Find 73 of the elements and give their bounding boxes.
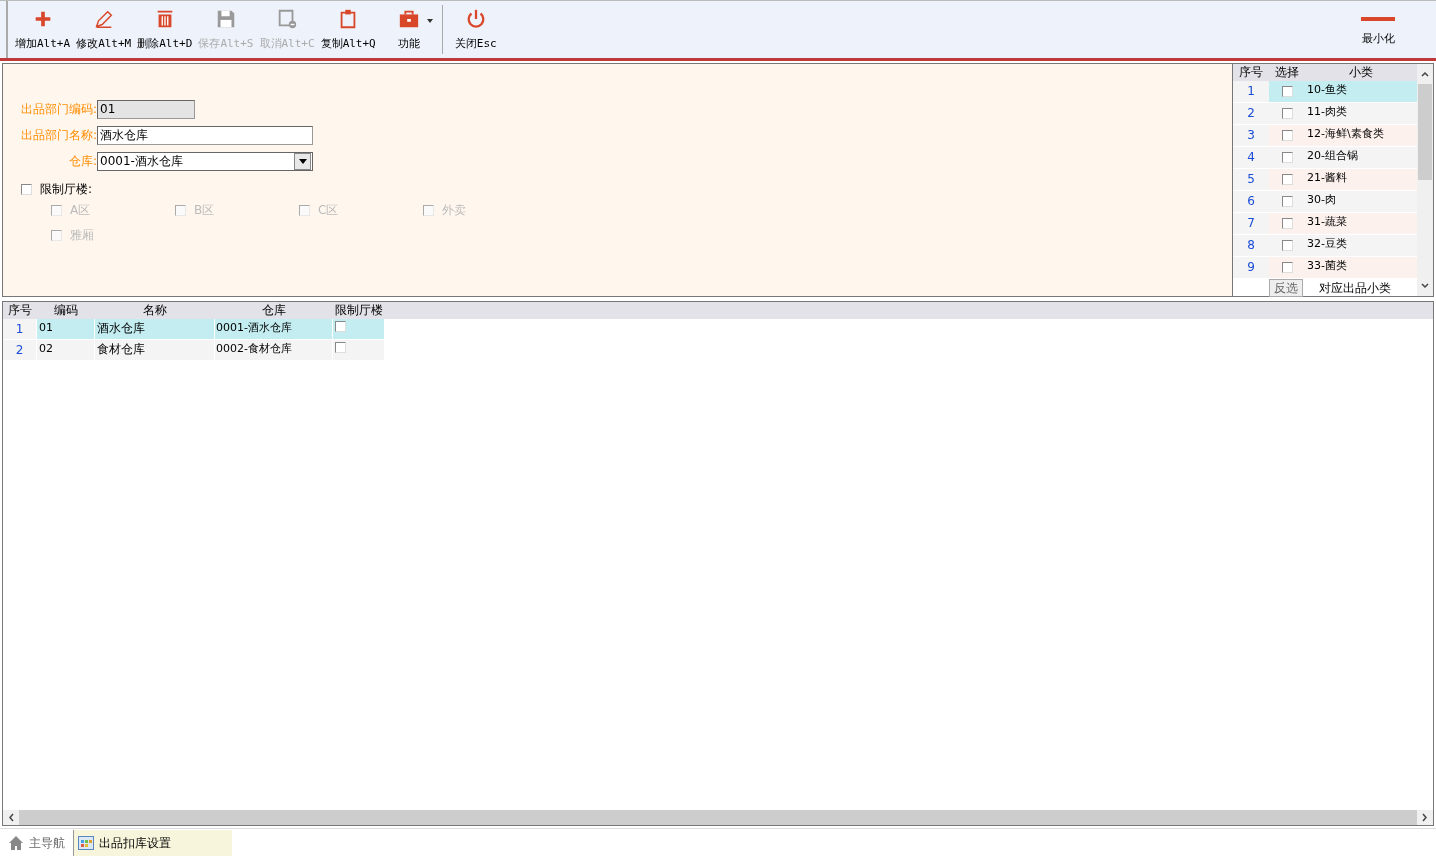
toolbar-button[interactable]: 修改Alt+M bbox=[73, 1, 135, 58]
checkbox[interactable] bbox=[335, 342, 346, 353]
document-icon bbox=[276, 8, 299, 30]
vertical-scrollbar[interactable] bbox=[1417, 64, 1433, 296]
toolbar-button[interactable]: 删除Alt+D bbox=[134, 1, 196, 58]
table-cell-text: 32-豆类 bbox=[1306, 236, 1348, 252]
checkbox-label: 限制厅楼: bbox=[40, 180, 93, 198]
table-cell: 02 bbox=[37, 340, 95, 361]
checkbox-label: 外卖 bbox=[442, 202, 466, 219]
input-field[interactable]: 01 bbox=[97, 99, 195, 119]
table-cell: 0001-酒水仓库 bbox=[215, 319, 333, 340]
row-number: 1 bbox=[3, 319, 37, 340]
table-cell: 食材仓库 bbox=[95, 340, 215, 361]
checkbox[interactable] bbox=[1281, 86, 1293, 97]
row-number: 9 bbox=[1233, 257, 1269, 278]
checkbox[interactable] bbox=[1281, 262, 1293, 273]
navigation-tab[interactable]: 主导航 bbox=[4, 830, 69, 856]
toolbar-button[interactable]: 功能 bbox=[378, 1, 439, 58]
minimize-icon bbox=[1361, 17, 1395, 21]
table-cell: 酒水仓库 bbox=[95, 319, 215, 340]
row-number: 7 bbox=[1233, 213, 1269, 234]
invert-selection-button[interactable]: 反选 bbox=[1269, 279, 1303, 297]
row-number: 3 bbox=[1233, 125, 1269, 146]
checkbox-label: C区 bbox=[318, 202, 339, 219]
checkbox-label: 雅厢 bbox=[70, 227, 94, 244]
checkbox-label: A区 bbox=[70, 202, 91, 219]
checkbox[interactable] bbox=[1281, 152, 1293, 163]
dropdown[interactable]: 0001-酒水仓库 bbox=[97, 151, 313, 171]
table-cell-text: 33-菌类 bbox=[1306, 258, 1348, 274]
column-header: 编码 bbox=[53, 302, 79, 319]
row-number: 1 bbox=[1233, 81, 1269, 102]
horizontal-scrollbar[interactable] bbox=[3, 810, 1433, 825]
checkbox[interactable] bbox=[335, 321, 346, 332]
toolbar-button[interactable]: 增加Alt+A bbox=[12, 1, 74, 58]
field-label: 出品部门编码: bbox=[19, 100, 97, 118]
table-cell-text: 21-酱料 bbox=[1306, 170, 1348, 186]
row-number: 2 bbox=[3, 340, 37, 361]
column-header: 仓库 bbox=[261, 302, 287, 319]
toolbar-button[interactable]: 关闭Esc bbox=[445, 1, 506, 58]
column-header: 限制厅楼 bbox=[334, 302, 384, 319]
window-icon bbox=[78, 836, 94, 850]
checkbox[interactable] bbox=[1281, 218, 1293, 229]
column-header: 小类 bbox=[1348, 64, 1374, 81]
checkbox[interactable] bbox=[21, 183, 32, 195]
input-field[interactable]: 酒水仓库 bbox=[97, 125, 313, 145]
navigation-tab[interactable]: 出品扣库设置 bbox=[73, 830, 232, 856]
column-header: 序号 bbox=[1238, 64, 1264, 81]
minimize-button[interactable]: 最小化 bbox=[1348, 1, 1408, 58]
table-cell: 01 bbox=[37, 319, 95, 340]
caret-icon bbox=[426, 19, 433, 23]
table-cell: 0002-食材仓库 bbox=[215, 340, 333, 361]
panel-caption: 对应出品小类 bbox=[1319, 279, 1391, 297]
checkbox[interactable] bbox=[1281, 240, 1293, 251]
checkbox[interactable] bbox=[1281, 130, 1293, 141]
checkbox[interactable] bbox=[1281, 196, 1293, 207]
toolbar-button[interactable]: 复制Alt+Q bbox=[317, 1, 379, 58]
table-cell-text: 20-组合锅 bbox=[1306, 148, 1359, 164]
table-cell-text: 11-肉类 bbox=[1306, 104, 1348, 120]
column-header: 选择 bbox=[1274, 64, 1300, 81]
house-icon bbox=[8, 835, 24, 851]
field-label: 出品部门名称: bbox=[19, 126, 97, 144]
checkbox-label: B区 bbox=[194, 202, 215, 219]
table-cell-text: 30-肉 bbox=[1306, 192, 1337, 208]
table-cell-text: 31-蔬菜 bbox=[1306, 214, 1348, 230]
field-label: 仓库: bbox=[67, 152, 97, 170]
table-cell: 10-鱼类 bbox=[1305, 81, 1417, 102]
column-header: 名称 bbox=[142, 302, 168, 319]
row-number: 5 bbox=[1233, 169, 1269, 190]
table-cell-text: 12-海鲜\素食类 bbox=[1306, 126, 1385, 142]
checkbox[interactable] bbox=[1281, 108, 1293, 119]
toolbox-icon bbox=[397, 8, 420, 30]
column-header: 序号 bbox=[7, 302, 33, 319]
checkbox[interactable] bbox=[1281, 174, 1293, 185]
